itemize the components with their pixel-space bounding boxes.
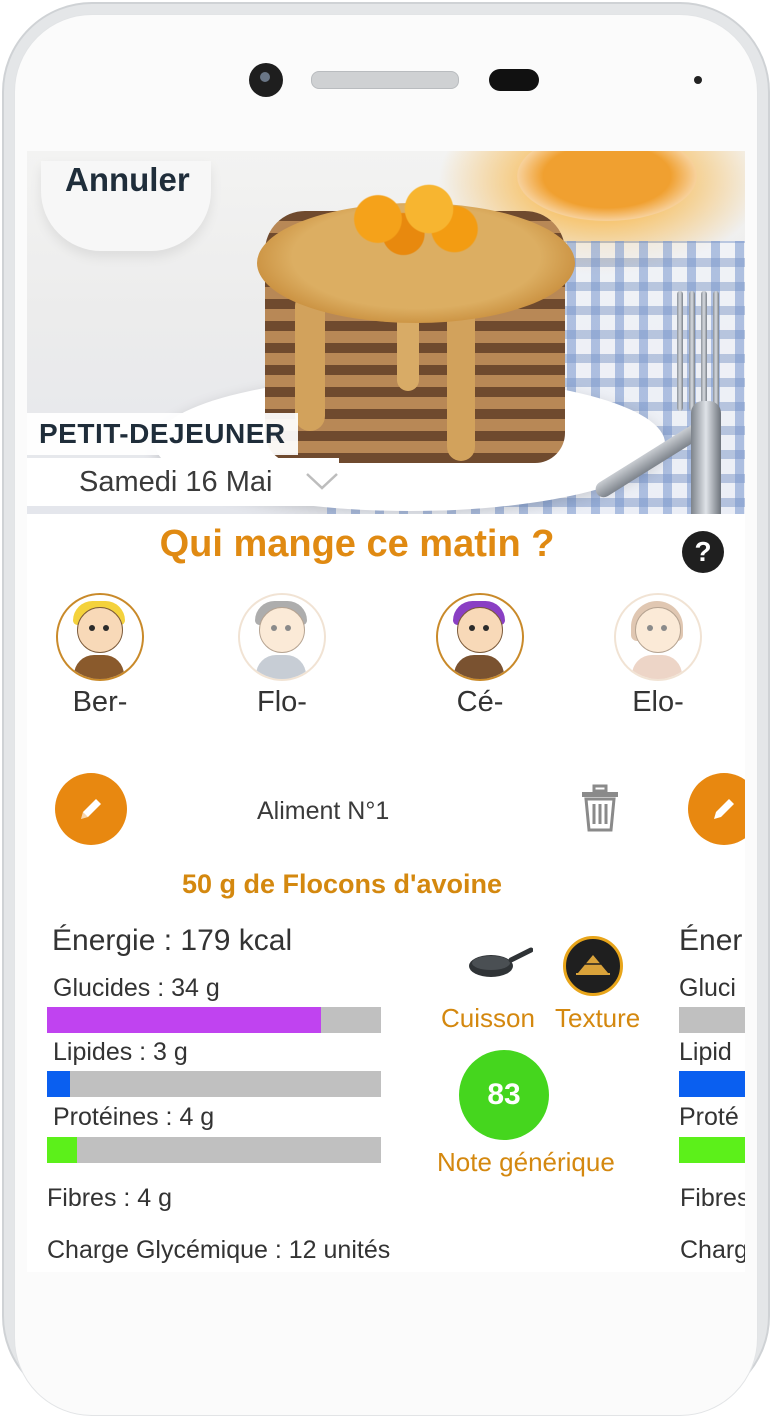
energy-value: Énergie : 179 kcal (52, 924, 293, 957)
avatar (436, 593, 524, 681)
app-screen: Annuler PETIT-DEJEUNER Samedi 16 Mai Qui… (27, 151, 745, 1272)
eater-name: Elo- (632, 686, 684, 718)
meal-photo: Annuler PETIT-DEJEUNER Samedi 16 Mai (27, 151, 745, 514)
date-dropdown[interactable]: Samedi 16 Mai (27, 458, 339, 506)
eater-name: Ber- (72, 686, 128, 718)
chevron-down-icon (306, 473, 338, 490)
frying-pan-icon[interactable] (467, 946, 533, 986)
glucides-bar-fill (47, 1007, 321, 1033)
next-glucides-bar (679, 1007, 745, 1033)
next-proteines-bar (679, 1137, 745, 1163)
glycemic-load-value: Charge Glycémique : 12 unités (47, 1236, 391, 1264)
light-sensor (694, 76, 702, 84)
cancel-button[interactable]: Annuler (65, 161, 190, 199)
pencil-icon (714, 799, 734, 819)
earpiece-speaker (311, 71, 459, 89)
trash-icon[interactable] (580, 784, 620, 832)
texture-icon[interactable] (563, 936, 623, 996)
food-item-title: Aliment N°1 (257, 797, 390, 825)
lipides-bar (47, 1071, 381, 1097)
score-label: Note générique (437, 1147, 615, 1177)
eater-elo[interactable]: Elo- (598, 593, 718, 719)
glucides-bar (47, 1007, 381, 1033)
edit-next-food-button[interactable] (688, 773, 745, 845)
edit-food-button[interactable] (55, 773, 127, 845)
meal-selector: PETIT-DEJEUNER Samedi 16 Mai (27, 413, 339, 506)
eater-ber[interactable]: Ber- (40, 593, 160, 719)
meal-type-label: PETIT-DEJEUNER (27, 413, 298, 455)
food-name: 50 g de Flocons d'avoine (182, 869, 502, 899)
next-glucides-label: Gluci (679, 974, 736, 1002)
avatar (238, 593, 326, 681)
avatar (614, 593, 702, 681)
lipides-label: Lipides : 3 g (53, 1038, 188, 1066)
avatar (56, 593, 144, 681)
proteines-bar-fill (47, 1137, 78, 1163)
cuisson-button[interactable]: Cuisson (441, 1003, 535, 1034)
texture-button[interactable]: Texture (555, 1003, 640, 1034)
proximity-sensor (489, 69, 539, 91)
next-lipides-bar (679, 1071, 745, 1097)
proteines-bar (47, 1137, 381, 1163)
meal-date-label: Samedi 16 Mai (79, 466, 273, 498)
eater-name: Cé- (456, 686, 504, 718)
fibres-value: Fibres : 4 g (47, 1184, 173, 1212)
eater-ce[interactable]: Cé- (420, 593, 540, 719)
eaters-question: Qui mange ce matin ? (159, 523, 555, 565)
next-energy-label: Éner (679, 924, 743, 957)
eater-flo[interactable]: Flo- (222, 593, 342, 719)
pencil-icon (81, 799, 101, 819)
next-lipides-label: Lipid (679, 1038, 732, 1066)
next-charge-label: Charg (680, 1236, 745, 1264)
proteines-label: Protéines : 4 g (53, 1103, 215, 1131)
glucides-label: Glucides : 34 g (53, 974, 220, 1002)
lipides-bar-fill (47, 1071, 71, 1097)
score-badge: 83 (459, 1050, 549, 1140)
next-fibres-label: Fibres (680, 1184, 745, 1212)
next-proteines-label: Proté (679, 1103, 739, 1131)
help-icon[interactable]: ? (682, 531, 724, 573)
front-camera (249, 63, 283, 97)
eater-name: Flo- (257, 686, 307, 718)
